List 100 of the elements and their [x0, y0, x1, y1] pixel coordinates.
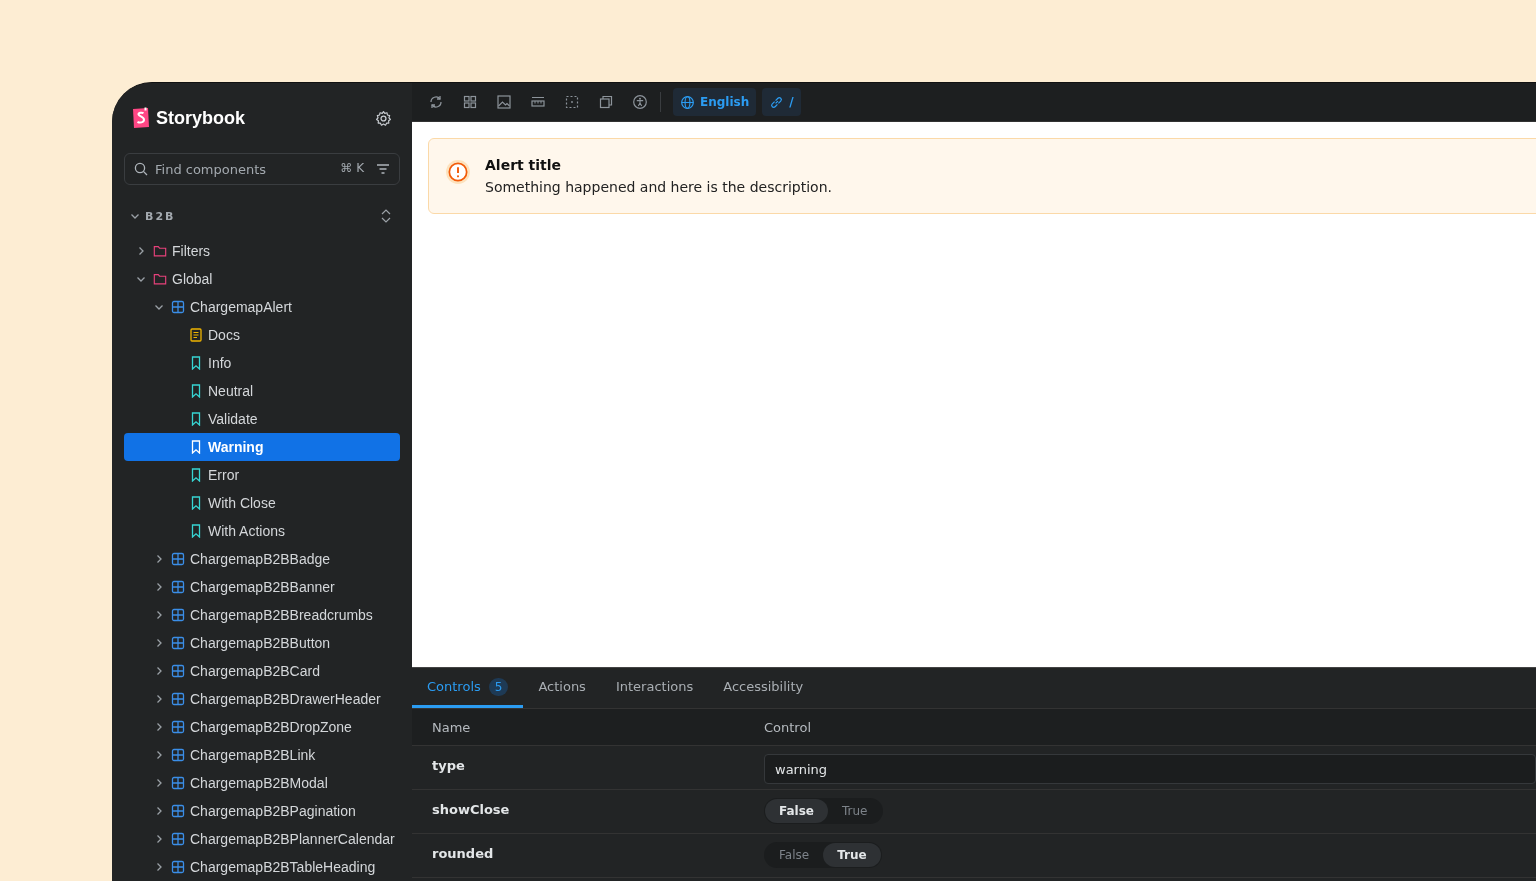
tree-item[interactable]: Info	[124, 349, 400, 377]
component-icon	[171, 860, 185, 874]
chevron-icon	[154, 834, 164, 844]
grid-icon[interactable]	[462, 94, 478, 110]
component-icon	[171, 664, 185, 678]
search-icon	[134, 162, 148, 176]
toggle-option[interactable]: False	[765, 799, 828, 823]
tree-item[interactable]: With Actions	[124, 517, 400, 545]
tree-item[interactable]: ChargemapB2BCard	[124, 657, 400, 685]
outline-icon[interactable]	[564, 94, 580, 110]
bookmark-icon	[189, 468, 203, 482]
tree-item[interactable]: ChargemapB2BPagination	[124, 797, 400, 825]
property-name: showClose	[431, 801, 511, 817]
folder-icon	[153, 244, 167, 258]
tree-item[interactable]: ChargemapB2BTableHeading	[124, 853, 400, 881]
tree-item[interactable]: ChargemapB2BLink	[124, 741, 400, 769]
chevron-icon	[154, 582, 164, 592]
component-icon	[171, 608, 185, 622]
tree-item[interactable]: Docs	[124, 321, 400, 349]
property-name: rounded	[431, 845, 495, 861]
document-icon	[189, 328, 203, 342]
chevron-icon	[154, 778, 164, 788]
tree-item[interactable]: With Close	[124, 489, 400, 517]
reload-icon[interactable]	[428, 94, 444, 110]
shortcut-hint: ⌘ K	[340, 161, 364, 175]
chevron-icon	[154, 722, 164, 732]
component-icon	[171, 748, 185, 762]
column-header: Name	[431, 719, 472, 735]
chevron-icon	[154, 554, 164, 564]
link-button[interactable]: /	[762, 88, 801, 116]
alert-description: Something happened and here is the description.	[485, 179, 832, 195]
tree-item[interactable]: ChargemapB2BDropZone	[124, 713, 400, 741]
language-button[interactable]: English	[673, 88, 757, 116]
component-icon	[171, 832, 185, 846]
tree-item[interactable]: ChargemapB2BModal	[124, 769, 400, 797]
bookmark-icon	[189, 496, 203, 510]
chevron-icon	[154, 694, 164, 704]
stack-icon[interactable]	[598, 94, 614, 110]
chevron-icon	[154, 750, 164, 760]
property-name: type	[431, 757, 466, 773]
boolean-toggle[interactable]: False True	[764, 842, 882, 868]
chevron-icon	[154, 302, 164, 312]
bookmark-icon	[189, 524, 203, 538]
component-icon	[171, 776, 185, 790]
toggle-option[interactable]: True	[828, 799, 882, 823]
component-icon	[171, 636, 185, 650]
brand-name: Storybook	[156, 107, 245, 129]
accessibility-icon[interactable]	[632, 94, 648, 110]
tree-item[interactable]: Error	[124, 461, 400, 489]
chevron-icon	[130, 211, 140, 221]
image-icon[interactable]	[496, 94, 512, 110]
tree-item[interactable]: ChargemapB2BBanner	[124, 573, 400, 601]
panel-tab[interactable]: Interactions	[600, 668, 709, 708]
panel-tab[interactable]: Actions	[523, 668, 601, 708]
component-icon	[171, 692, 185, 706]
toggle-option[interactable]: False	[765, 843, 824, 867]
settings-icon[interactable]	[375, 109, 392, 127]
storybook-logo-icon	[132, 107, 150, 129]
tree-item[interactable]: ChargemapB2BPlannerCalendar	[124, 825, 400, 853]
chevron-icon	[154, 610, 164, 620]
tree-item[interactable]: Neutral	[124, 377, 400, 405]
panel-tab[interactable]: Accessibility	[708, 668, 819, 708]
alert-title: Alert title	[485, 157, 563, 173]
tree-item[interactable]: ChargemapB2BButton	[124, 629, 400, 657]
component-icon	[171, 720, 185, 734]
bookmark-icon	[189, 356, 203, 370]
expand-collapse-icon[interactable]	[380, 208, 392, 224]
chevron-icon	[154, 666, 164, 676]
chevron-icon	[154, 638, 164, 648]
bookmark-icon	[189, 384, 203, 398]
boolean-toggle[interactable]: False True	[764, 798, 883, 824]
tree-item[interactable]: Validate	[124, 405, 400, 433]
component-icon	[171, 552, 185, 566]
globe-icon	[680, 94, 695, 110]
count-badge: 5	[488, 677, 509, 696]
chevron-icon	[136, 274, 146, 284]
warning-icon	[445, 159, 471, 185]
ruler-icon[interactable]	[530, 94, 546, 110]
bookmark-icon	[189, 412, 203, 426]
bookmark-icon	[189, 440, 203, 454]
tree-item[interactable]: Warning	[124, 433, 400, 461]
tree-item[interactable]: Global	[124, 265, 400, 293]
component-icon	[171, 300, 185, 314]
toggle-option[interactable]: True	[823, 843, 881, 867]
section-header[interactable]: B2B	[124, 209, 176, 223]
chevron-icon	[136, 246, 146, 256]
tree-item[interactable]: ChargemapB2BDrawerHeader	[124, 685, 400, 713]
chevron-icon	[154, 862, 164, 872]
tree-item[interactable]: ChargemapB2BBreadcrumbs	[124, 601, 400, 629]
component-icon	[171, 580, 185, 594]
tree-item[interactable]: ChargemapAlert	[124, 293, 400, 321]
tree-item[interactable]: Filters	[124, 237, 400, 265]
folder-icon	[153, 272, 167, 286]
filter-icon[interactable]	[376, 163, 390, 175]
chevron-icon	[154, 806, 164, 816]
column-header: Control	[764, 719, 812, 735]
link-icon	[769, 94, 785, 110]
text-input[interactable]: warning	[764, 754, 1536, 784]
component-icon	[171, 804, 185, 818]
tree-item[interactable]: ChargemapB2BBadge	[124, 545, 400, 573]
